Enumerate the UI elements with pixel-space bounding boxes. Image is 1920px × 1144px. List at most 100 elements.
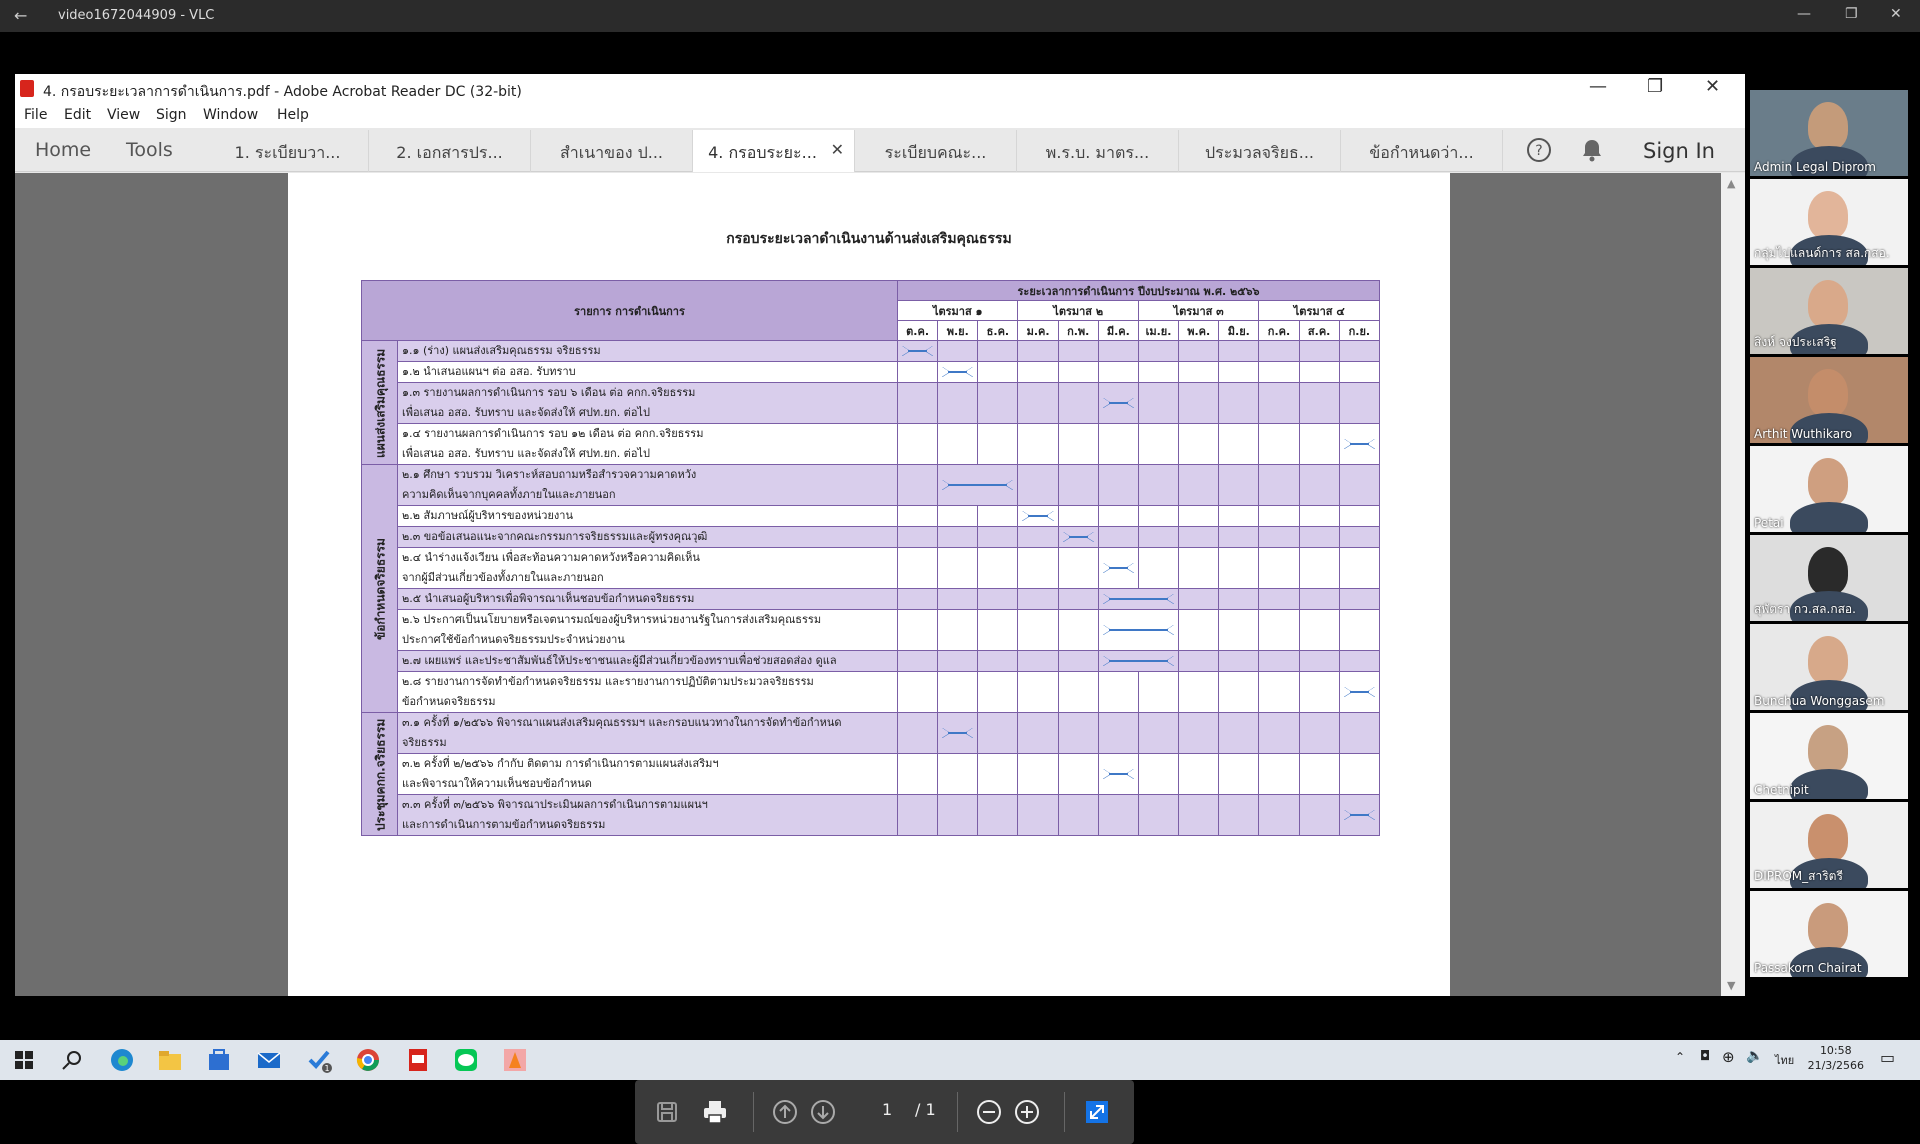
- tab-document-8[interactable]: ข้อกำหนดว่า...: [1341, 130, 1503, 172]
- tab-close-icon[interactable]: ✕: [831, 140, 844, 159]
- line-app-icon[interactable]: [452, 1046, 480, 1074]
- back-arrow-icon[interactable]: ←: [14, 6, 27, 25]
- page-number-input[interactable]: 1: [882, 1100, 892, 1119]
- restore-icon[interactable]: ❐: [1647, 76, 1663, 97]
- timeline-cell: [977, 340, 1019, 362]
- pdf-reader-icon[interactable]: [404, 1046, 432, 1074]
- minimize-icon[interactable]: —: [1797, 6, 1811, 22]
- participant-tile[interactable]: สุพัตรา กว.สล.กสอ.: [1750, 535, 1908, 621]
- save-icon[interactable]: [653, 1098, 681, 1126]
- table-row: ๒.๔ นำร่างแจ้งเวียน เพื่อสะท้อนความคาดหว…: [362, 547, 1381, 589]
- timeline-cell: [1097, 361, 1139, 383]
- system-clock[interactable]: 10:58 21/3/2566: [1808, 1043, 1864, 1073]
- tab-document-2[interactable]: 2. เอกสารปร...: [369, 130, 531, 172]
- tray-up-icon[interactable]: ⌃: [1675, 1050, 1685, 1064]
- tab-document-5[interactable]: ระเบียบคณะ...: [855, 130, 1017, 172]
- timeline-cell: [896, 382, 939, 424]
- acrobat-titlebar: 4. กรอบระยะเวลาการดำเนินการ.pdf - Adobe …: [15, 74, 1745, 104]
- tab-document-3[interactable]: สำเนาของ ป...: [531, 130, 693, 172]
- close-icon[interactable]: ✕: [1890, 6, 1902, 22]
- table-row: ๓.๓ ครั้งที่ ๓/๒๕๖๖ พิจารณาประเมินผลการด…: [362, 794, 1381, 836]
- task-description: ๒.๖ ประกาศเป็นนโยบายหรือเจตนารมณ์ของผู้บ…: [397, 609, 898, 651]
- participant-tile[interactable]: สิงห์ จงประเสริฐ: [1750, 268, 1908, 354]
- language-indicator[interactable]: ไทย: [1775, 1051, 1794, 1069]
- timeline-cell: [1298, 753, 1340, 795]
- timeline-cell: [937, 650, 979, 672]
- pdf-page: กรอบระยะเวลาดำเนินงานด้านส่งเสริมคุณธรรม…: [288, 173, 1450, 996]
- menu-file[interactable]: File: [24, 107, 47, 123]
- participant-avatar: [1808, 458, 1848, 506]
- meet-now-icon[interactable]: ◘: [1700, 1049, 1710, 1064]
- tab-label: 4. กรอบระยะ...: [708, 143, 817, 162]
- participant-tile[interactable]: Passakorn Chairat: [1750, 891, 1908, 977]
- notification-bell-icon[interactable]: [1578, 136, 1606, 164]
- tab-document-7[interactable]: ประมวลจริยธ...: [1179, 130, 1341, 172]
- zoom-in-icon[interactable]: [1013, 1098, 1041, 1126]
- menu-help[interactable]: Help: [277, 107, 309, 123]
- document-viewer[interactable]: กรอบระยะเวลาดำเนินงานด้านส่งเสริมคุณธรรม…: [15, 173, 1745, 1144]
- participant-avatar: [1808, 102, 1848, 150]
- tools-link[interactable]: Tools: [126, 139, 173, 161]
- timeline-cell: [896, 671, 939, 713]
- timeline-cell: [1057, 505, 1099, 527]
- timeline-cell: [1258, 794, 1300, 836]
- edge-browser-icon[interactable]: [108, 1046, 136, 1074]
- home-link[interactable]: Home: [35, 139, 91, 161]
- next-page-icon[interactable]: [809, 1098, 837, 1126]
- participant-name: Arthit Wuthikaro: [1754, 427, 1853, 441]
- taskbar: 1 ⌃ ◘ ⊕ 🔈 ไทย 10:58 21/3/2566 ▭: [0, 1040, 1920, 1080]
- close-icon[interactable]: ✕: [1705, 76, 1720, 97]
- volume-icon[interactable]: 🔈: [1746, 1048, 1763, 1064]
- participant-tile[interactable]: Petai: [1750, 446, 1908, 532]
- chrome-icon[interactable]: [354, 1046, 382, 1074]
- previous-page-icon[interactable]: [771, 1098, 799, 1126]
- file-explorer-icon[interactable]: [156, 1046, 184, 1074]
- timeline-cell: [1017, 753, 1059, 795]
- vlc-app-icon[interactable]: [501, 1046, 529, 1074]
- restore-icon[interactable]: ❐: [1845, 6, 1858, 22]
- participant-tile[interactable]: Bunchua Wonggasem: [1750, 624, 1908, 710]
- participant-avatar: [1808, 280, 1848, 328]
- svg-text:?: ?: [1535, 143, 1542, 159]
- participant-tile[interactable]: Chetnipit: [1750, 713, 1908, 799]
- menu-view[interactable]: View: [107, 107, 140, 123]
- tab-document-6[interactable]: พ.ร.บ. มาตร...: [1017, 130, 1179, 172]
- timeline-cell: [1017, 588, 1059, 610]
- participant-tile[interactable]: DIPROM_สาริตรี: [1750, 802, 1908, 888]
- print-icon[interactable]: [701, 1098, 729, 1126]
- fit-page-icon[interactable]: [1083, 1098, 1111, 1126]
- scroll-up-icon[interactable]: ▲: [1727, 177, 1735, 190]
- timeline-arrow: [1343, 810, 1376, 820]
- scroll-down-icon[interactable]: ▼: [1727, 979, 1735, 992]
- menu-window[interactable]: Window: [203, 107, 258, 123]
- participant-tile[interactable]: กลุ่มไปแลนด์การ สล.กสอ.: [1750, 179, 1908, 265]
- timeline-arrow: [1343, 687, 1376, 697]
- timeline-cell: [1298, 547, 1340, 589]
- zoom-out-icon[interactable]: [975, 1098, 1003, 1126]
- tab-document-1[interactable]: 1. ระเบียบวา...: [207, 130, 369, 172]
- participant-tile[interactable]: Arthit Wuthikaro: [1750, 357, 1908, 443]
- todo-icon[interactable]: 1: [305, 1046, 333, 1074]
- menu-edit[interactable]: Edit: [64, 107, 91, 123]
- help-icon[interactable]: ?: [1525, 136, 1553, 164]
- sign-in-button[interactable]: Sign In: [1643, 139, 1715, 163]
- search-icon[interactable]: [58, 1046, 86, 1074]
- participant-tile[interactable]: Admin Legal Diprom: [1750, 90, 1908, 176]
- timeline-cell: [937, 588, 979, 610]
- menu-sign[interactable]: Sign: [156, 107, 187, 123]
- notifications-icon[interactable]: ▭: [1880, 1048, 1895, 1067]
- network-globe-icon[interactable]: ⊕: [1722, 1048, 1735, 1066]
- timeline-cell: [937, 464, 1019, 506]
- windows-start-icon[interactable]: [10, 1046, 38, 1074]
- timeline-cell: [1178, 609, 1220, 651]
- vertical-scrollbar[interactable]: ▲ ▼: [1721, 173, 1745, 996]
- minimize-icon[interactable]: —: [1589, 76, 1607, 97]
- table-row: ๓.๒ ครั้งที่ ๒/๒๕๖๖ กำกับ ติดตาม การดำเน…: [362, 753, 1381, 795]
- toolbar-separator: [753, 1092, 754, 1132]
- store-icon[interactable]: [205, 1046, 233, 1074]
- timeline-cell: [896, 588, 939, 610]
- mail-icon[interactable]: [255, 1046, 283, 1074]
- timeline-cell: [1137, 464, 1180, 506]
- menu-bar: File Edit View Sign Window Help: [15, 104, 1745, 128]
- tab-document-4-active[interactable]: 4. กรอบระยะ... ✕: [693, 130, 855, 172]
